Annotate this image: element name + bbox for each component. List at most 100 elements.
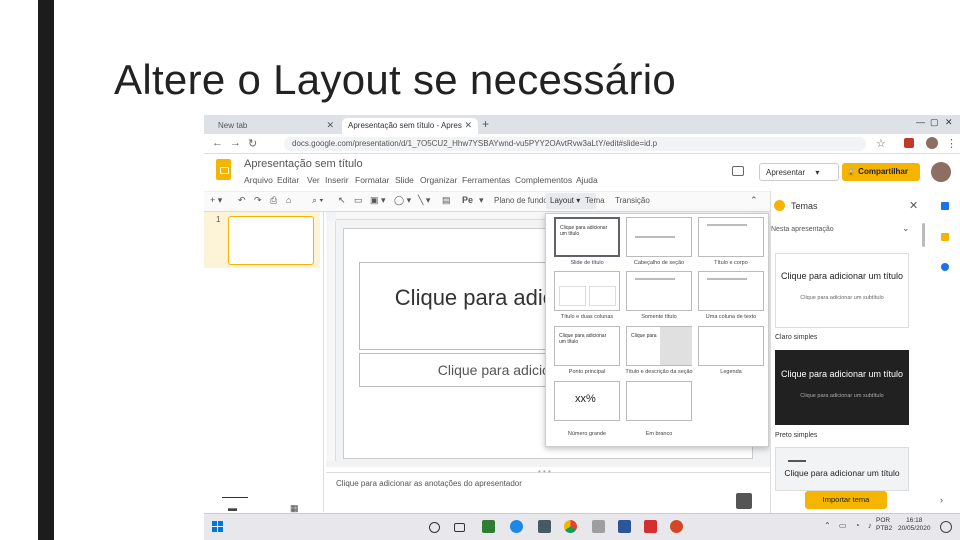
menu-ajuda[interactable]: Ajuda [576, 175, 598, 185]
tab-presentation[interactable]: Apresentação sem título - Apres ✕ [342, 118, 478, 134]
overflow-icon[interactable]: ▾ [479, 195, 484, 206]
collapse-toolbar-icon[interactable]: ⌃ [750, 195, 758, 206]
extension-icon[interactable] [904, 138, 914, 148]
calendar-icon[interactable] [941, 202, 949, 210]
filmstrip-view-icon[interactable]: ▬ [228, 503, 237, 513]
chevron-down-icon[interactable]: ⌄ [902, 223, 910, 234]
text-box-icon[interactable]: ▭ [354, 195, 363, 206]
layout-option-label[interactable]: Slide de título [552, 260, 622, 267]
menu-complementos[interactable]: Complementos [515, 175, 572, 185]
share-button[interactable]: 🔒 Compartilhar [842, 163, 920, 181]
menu-editar[interactable]: Editar [277, 175, 299, 185]
browser-menu-icon[interactable]: ⋮ [946, 137, 957, 150]
close-icon[interactable]: ✕ [464, 120, 472, 131]
layout-option-label[interactable]: Legenda [696, 369, 766, 376]
background-button[interactable]: Plano de fundo [494, 196, 548, 205]
layout-option-label[interactable]: Ponto principal [552, 369, 622, 376]
slides-logo-icon[interactable] [216, 159, 231, 180]
layout-option-thumb[interactable] [698, 326, 764, 366]
back-arrow-icon[interactable]: ← [212, 137, 223, 149]
menu-ver[interactable]: Ver [307, 175, 320, 185]
new-slide-icon[interactable]: + ▾ [210, 195, 222, 206]
edge-icon[interactable] [510, 520, 523, 533]
layout-option-thumb[interactable] [626, 271, 692, 311]
theme-card-preto-simples[interactable] [775, 350, 909, 425]
layout-option-label[interactable]: Título e duas colunas [552, 314, 622, 321]
task-view-icon[interactable] [454, 523, 465, 532]
close-icon[interactable]: ✕ [326, 120, 334, 131]
layout-option-label[interactable]: Número grande [552, 431, 622, 438]
notifications-icon[interactable] [940, 521, 952, 533]
layout-option-thumb[interactable]: xx% [554, 381, 620, 421]
comment-icon[interactable] [732, 166, 744, 176]
document-title[interactable]: Apresentação sem título [244, 158, 363, 170]
menu-arquivo[interactable]: Arquivo [244, 175, 273, 185]
line-icon[interactable]: ╲ ▾ [418, 195, 430, 206]
new-tab-button[interactable]: + [482, 117, 489, 131]
import-theme-button[interactable]: Importar tema [805, 491, 887, 509]
layout-option-thumb[interactable]: Clique para adicionar um título [554, 217, 620, 257]
layout-option-label[interactable]: Somente título [624, 314, 694, 321]
image-icon[interactable]: ▣ ▾ [370, 195, 386, 206]
themes-scrollbar[interactable] [922, 223, 925, 247]
minimize-button[interactable]: — [916, 117, 925, 127]
menu-formatar[interactable]: Formatar [355, 175, 389, 185]
tasks-icon[interactable] [941, 263, 949, 271]
layout-option-thumb[interactable]: Clique para adicionar um título [554, 326, 620, 366]
theme-card-claro-simples[interactable] [775, 253, 909, 328]
theme-button[interactable]: Tema [585, 196, 605, 205]
chevron-right-icon[interactable]: › [940, 495, 943, 505]
menu-inserir[interactable]: Inserir [325, 175, 349, 185]
close-icon[interactable]: ✕ [909, 199, 918, 212]
menu-organizar[interactable]: Organizar [420, 175, 457, 185]
keep-icon[interactable] [941, 233, 949, 241]
print-icon[interactable]: ⎙ [270, 195, 277, 206]
notes-placeholder[interactable]: Clique para adicionar as anotações do ap… [336, 479, 522, 488]
select-icon[interactable]: ↖ [338, 195, 346, 206]
slide-thumbnail[interactable] [228, 216, 314, 265]
windows-start-icon[interactable] [212, 521, 224, 533]
layout-option-thumb[interactable] [626, 217, 692, 257]
notes-resize-handle[interactable]: • • • [538, 467, 551, 476]
word-icon[interactable] [618, 520, 631, 533]
comment-add-icon[interactable]: ▤ [442, 195, 451, 206]
refresh-icon[interactable]: ↻ [248, 137, 257, 150]
chrome-icon[interactable] [564, 520, 577, 533]
layout-option-label[interactable]: Em branco [624, 431, 694, 438]
system-tray-icons[interactable]: ⌃ ▭ ◔ ♪ [824, 521, 875, 530]
layout-option-thumb[interactable]: Clique para [626, 326, 692, 366]
star-icon[interactable]: ☆ [876, 137, 886, 150]
menu-slide[interactable]: Slide [395, 175, 414, 185]
tab-new-tab[interactable]: New tab ✕ [212, 118, 340, 134]
layout-option-thumb[interactable] [698, 271, 764, 311]
paint-format-icon[interactable]: ⌂ [286, 195, 291, 205]
maximize-button[interactable]: ▢ [930, 117, 939, 128]
pdf-icon[interactable] [644, 520, 657, 533]
layout-option-thumb[interactable] [698, 217, 764, 257]
redo-icon[interactable]: ↷ [254, 195, 262, 206]
powerpoint-icon[interactable] [670, 520, 683, 533]
mail-icon[interactable] [538, 520, 551, 533]
store-icon[interactable] [482, 520, 495, 533]
layout-option-label[interactable]: Uma coluna de texto [696, 314, 766, 321]
paint-icon[interactable] [592, 520, 605, 533]
profile-avatar[interactable] [926, 137, 938, 149]
undo-icon[interactable]: ↶ [238, 195, 246, 206]
layout-option-thumb[interactable] [626, 381, 692, 421]
explore-icon[interactable] [736, 493, 752, 509]
layout-option-label[interactable]: Cabeçalho de seção [624, 260, 694, 267]
layout-option-thumb[interactable] [554, 271, 620, 311]
shape-icon[interactable]: ◯ ▾ [394, 195, 411, 206]
avatar[interactable] [931, 162, 951, 182]
transition-button[interactable]: Transição [615, 196, 650, 205]
layout-option-label[interactable]: Título e corpo [696, 260, 766, 267]
menu-ferramentas[interactable]: Ferramentas [462, 175, 510, 185]
window-close-button[interactable]: ✕ [945, 117, 953, 128]
forward-arrow-icon[interactable]: → [230, 137, 241, 149]
pen-icon[interactable]: Pe [462, 195, 473, 205]
clock[interactable]: 16:18 20/05/2020 [898, 517, 931, 533]
search-icon[interactable] [429, 522, 440, 533]
speaker-notes[interactable] [326, 472, 770, 512]
layout-option-label[interactable]: Título e descrição da seção [624, 369, 694, 376]
present-button[interactable]: Apresentar ▾ [759, 163, 839, 181]
